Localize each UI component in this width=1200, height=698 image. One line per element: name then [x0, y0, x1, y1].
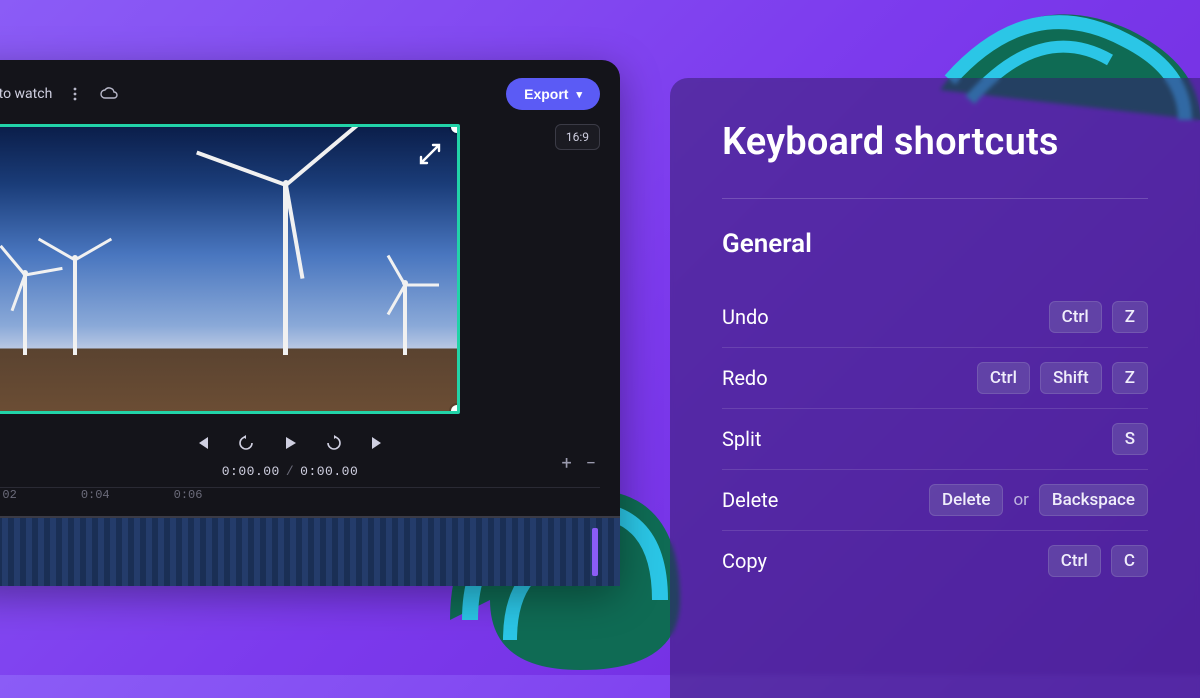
- shortcut-label: Delete: [722, 488, 778, 512]
- ruler-mark: 0:06: [174, 488, 203, 502]
- keycap: Ctrl: [977, 362, 1030, 394]
- chevron-down-icon: ▾: [576, 88, 582, 101]
- section-heading: General: [722, 229, 1148, 259]
- shortcut-keys: S: [1112, 423, 1148, 455]
- transport-controls: [0, 432, 600, 454]
- zoom-out-button[interactable]: −: [586, 453, 596, 474]
- keycap: Backspace: [1039, 484, 1148, 516]
- skip-forward-button[interactable]: [367, 432, 389, 454]
- timecode-display: 0:00.00 / 0:00.00: [0, 464, 600, 479]
- shortcut-row: Split S: [722, 409, 1148, 470]
- keycap: Z: [1112, 301, 1148, 333]
- aspect-ratio-selector[interactable]: 16:9: [555, 124, 600, 150]
- project-title: ne to watch: [0, 86, 52, 102]
- timecode-current: 0:00.00: [222, 464, 280, 479]
- cloud-sync-icon[interactable]: [98, 83, 120, 105]
- ruler-mark: 0:04: [81, 488, 110, 502]
- ruler-mark: 0:02: [0, 488, 17, 502]
- timeline-zoom-controls: + −: [561, 453, 596, 474]
- aspect-ratio-label: 16:9: [566, 130, 589, 144]
- keycap: C: [1111, 545, 1148, 577]
- shortcut-label: Split: [722, 427, 761, 451]
- skip-back-button[interactable]: [191, 432, 213, 454]
- shortcut-row: Redo Ctrl Shift Z: [722, 348, 1148, 409]
- editor-toolbar: ne to watch Export ▾: [0, 78, 600, 110]
- keycap: Shift: [1040, 362, 1102, 394]
- video-canvas[interactable]: [0, 124, 460, 414]
- timeline-ruler[interactable]: 0:02 0:04 0:06: [0, 487, 600, 506]
- timecode-total: 0:00.00: [300, 464, 358, 479]
- resize-handle[interactable]: [451, 124, 460, 133]
- keycap: Ctrl: [1048, 545, 1101, 577]
- shortcut-row: Delete Delete or Backspace: [722, 470, 1148, 531]
- shortcut-keys: Ctrl C: [1048, 545, 1148, 577]
- shortcut-row: Undo Ctrl Z: [722, 287, 1148, 348]
- video-editor-window: ne to watch Export ▾: [0, 60, 620, 586]
- zoom-in-button[interactable]: +: [561, 453, 571, 474]
- keycap: Z: [1112, 362, 1148, 394]
- divider: [722, 198, 1148, 199]
- export-button[interactable]: Export ▾: [506, 78, 600, 110]
- keycap: Delete: [929, 484, 1003, 516]
- shortcut-label: Copy: [722, 549, 767, 573]
- panel-title: Keyboard shortcuts: [722, 120, 1148, 164]
- play-button[interactable]: [279, 432, 301, 454]
- timeline-track[interactable]: [0, 516, 620, 586]
- resize-handle[interactable]: [451, 405, 460, 414]
- shortcut-label: Redo: [722, 366, 768, 390]
- shortcut-row: Copy Ctrl C: [722, 531, 1148, 591]
- shortcut-keys: Ctrl Shift Z: [977, 362, 1148, 394]
- shortcut-label: Undo: [722, 305, 769, 329]
- keyboard-shortcuts-panel: Keyboard shortcuts General UndoCtrlZRedo…: [670, 78, 1200, 698]
- kebab-menu-icon[interactable]: [64, 83, 86, 105]
- or-separator: or: [1013, 490, 1028, 510]
- export-button-label: Export: [524, 86, 568, 102]
- shortcut-keys: Ctrl Z: [1049, 301, 1148, 333]
- shortcut-keys: Delete or Backspace: [929, 484, 1148, 516]
- keycap: Ctrl: [1049, 301, 1102, 333]
- resize-diagonal-icon: [417, 141, 443, 173]
- forward-button[interactable]: [323, 432, 345, 454]
- rewind-button[interactable]: [235, 432, 257, 454]
- keycap: S: [1112, 423, 1148, 455]
